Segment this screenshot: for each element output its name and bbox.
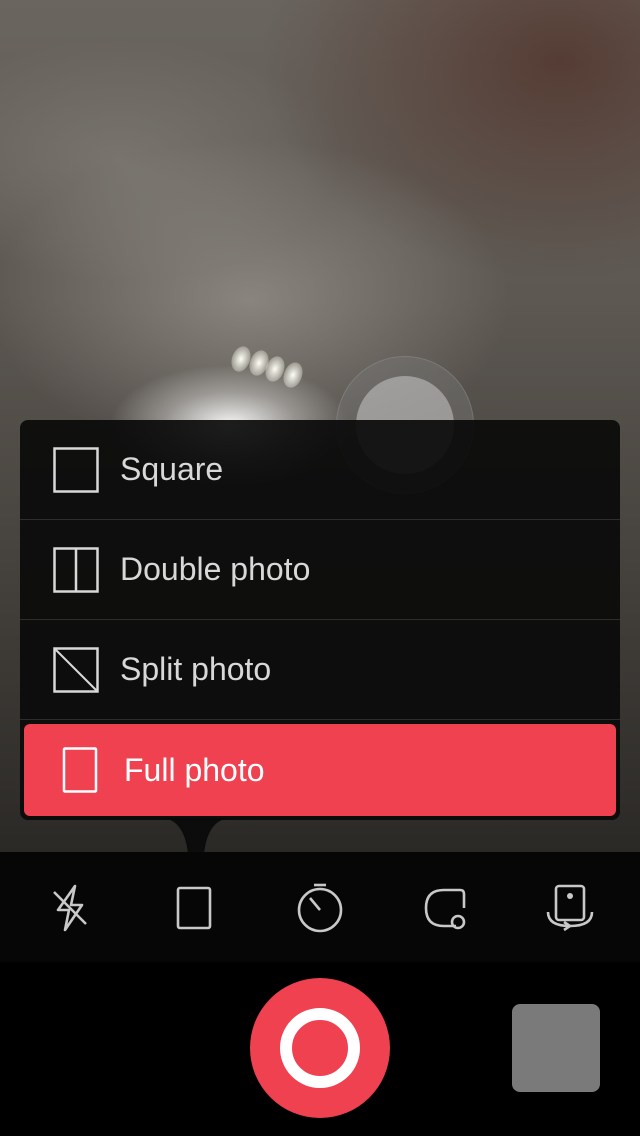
switch-camera-button[interactable] bbox=[542, 880, 598, 936]
menu-item-label: Split photo bbox=[120, 651, 272, 687]
overlay-button[interactable] bbox=[416, 880, 472, 936]
menu-pointer-arrow bbox=[160, 818, 232, 854]
menu-item-split-photo[interactable]: Split photo bbox=[20, 620, 620, 720]
square-icon bbox=[53, 446, 99, 493]
full-photo-icon bbox=[62, 747, 98, 793]
menu-item-square[interactable]: Square bbox=[20, 420, 620, 520]
shutter-button[interactable] bbox=[250, 978, 390, 1118]
portrait-frame-icon bbox=[176, 886, 212, 930]
overlay-shape-icon bbox=[424, 888, 466, 930]
split-photo-icon bbox=[53, 646, 99, 693]
menu-item-double-photo[interactable]: Double photo bbox=[20, 520, 620, 620]
shutter-ring-icon bbox=[280, 1008, 360, 1088]
format-menu: Square Double photo Split photo Full pho… bbox=[20, 420, 620, 820]
flash-off-icon bbox=[53, 884, 87, 932]
timer-icon bbox=[297, 883, 343, 933]
timer-button[interactable] bbox=[292, 880, 348, 936]
menu-item-full-photo[interactable]: Full photo bbox=[24, 724, 616, 816]
camera-toolbar bbox=[0, 852, 640, 962]
menu-item-label: Square bbox=[120, 451, 224, 487]
switch-camera-icon bbox=[546, 884, 594, 932]
flash-toggle-button[interactable] bbox=[42, 880, 98, 936]
format-button[interactable] bbox=[166, 880, 222, 936]
menu-item-label: Full photo bbox=[124, 751, 265, 788]
double-photo-icon bbox=[53, 546, 99, 593]
menu-item-label: Double photo bbox=[120, 551, 311, 587]
gallery-thumbnail[interactable] bbox=[512, 1004, 600, 1092]
bottom-bar bbox=[0, 962, 640, 1136]
